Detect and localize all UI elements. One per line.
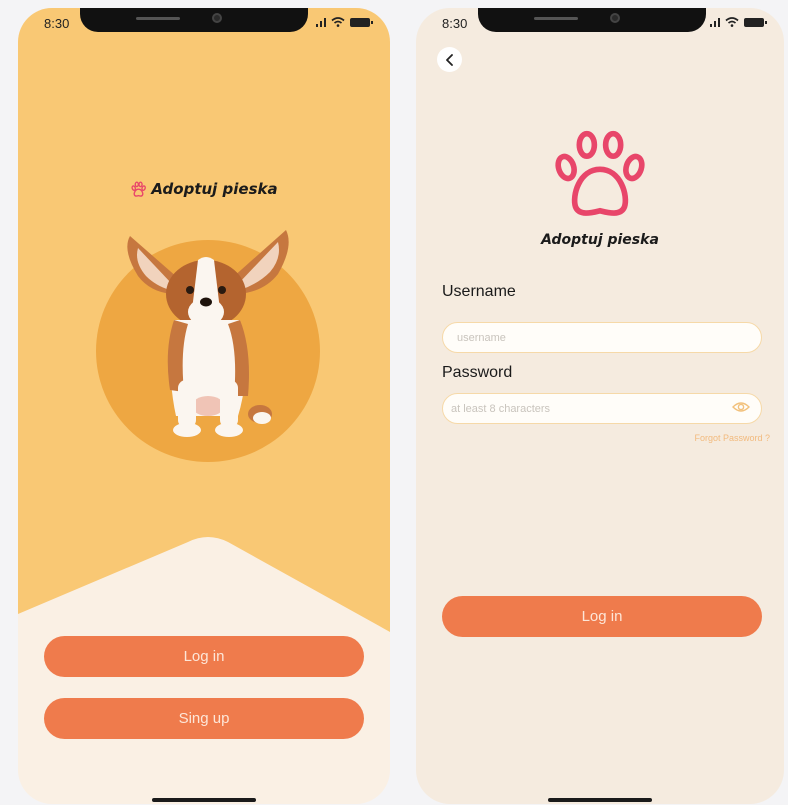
status-time: 8:30 bbox=[442, 16, 468, 31]
status-icons bbox=[316, 17, 373, 27]
device-notch bbox=[80, 8, 308, 32]
battery-icon bbox=[350, 17, 373, 27]
password-label: Password bbox=[442, 364, 513, 381]
back-button[interactable] bbox=[437, 47, 462, 72]
notch-camera bbox=[212, 13, 222, 23]
paw-icon bbox=[555, 130, 645, 216]
brand-logo: Adoptuj pieska bbox=[416, 128, 784, 248]
brand-logo: Adoptuj pieska bbox=[18, 180, 390, 198]
status-icons bbox=[710, 17, 767, 27]
battery-icon bbox=[744, 17, 767, 27]
brand-name: Adoptuj pieska bbox=[541, 232, 659, 248]
notch-speaker bbox=[534, 17, 578, 20]
eye-icon[interactable] bbox=[732, 400, 750, 414]
notch-speaker bbox=[136, 17, 180, 20]
paw-icon bbox=[131, 181, 147, 197]
username-input[interactable] bbox=[442, 322, 762, 353]
chevron-left-icon bbox=[445, 53, 453, 66]
signal-icon bbox=[710, 17, 720, 27]
corgi-puppy-image bbox=[127, 230, 289, 437]
forgot-password-link[interactable]: Forgot Password ? bbox=[694, 433, 770, 443]
home-indicator bbox=[152, 798, 256, 802]
home-indicator bbox=[548, 798, 652, 802]
submit-login-button[interactable]: Log in bbox=[442, 596, 762, 637]
brand-name: Adoptuj pieska bbox=[151, 180, 278, 198]
wifi-icon bbox=[725, 17, 739, 27]
username-label: Username bbox=[442, 283, 516, 300]
signup-button[interactable]: Sing up bbox=[44, 698, 364, 739]
status-time: 8:30 bbox=[44, 16, 70, 31]
device-notch bbox=[478, 8, 706, 32]
password-input[interactable] bbox=[442, 393, 762, 424]
signal-icon bbox=[316, 17, 326, 27]
notch-camera bbox=[610, 13, 620, 23]
login-button[interactable]: Log in bbox=[44, 636, 364, 677]
login-screen: 8:30 Adoptuj pieska Username Password bbox=[416, 8, 784, 804]
wifi-icon bbox=[331, 17, 345, 27]
welcome-screen: 8:30 Adoptuj pieska Log in Sing up bbox=[18, 8, 390, 804]
